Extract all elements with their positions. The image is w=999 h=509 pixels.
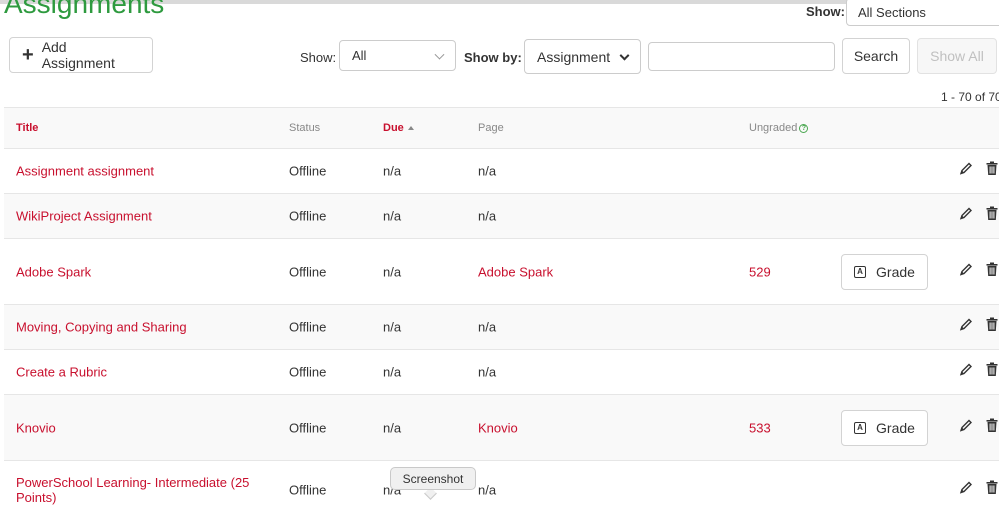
help-icon[interactable]: ? [799, 123, 809, 133]
table-row: Create a Rubric Offline n/a n/a [4, 350, 999, 395]
assignment-title-link[interactable]: Assignment assignment [16, 164, 266, 179]
show-by-select-value: Assignment [537, 48, 611, 65]
trash-icon[interactable] [986, 362, 998, 382]
row-page: n/a [478, 163, 497, 179]
assignment-title-link[interactable]: Create a Rubric [16, 365, 266, 380]
pencil-icon[interactable] [959, 318, 973, 337]
row-status: Offline [289, 364, 327, 380]
pencil-icon[interactable] [959, 363, 973, 382]
show-select-value: All [352, 48, 367, 63]
table-header: Title Status Due Page Ungraded? [4, 108, 999, 149]
assignment-title-link[interactable]: WikiProject Assignment [16, 209, 266, 224]
row-page-link[interactable]: Adobe Spark [478, 264, 553, 279]
assignment-title-link[interactable]: PowerSchool Learning- Intermediate (25 P… [16, 475, 266, 505]
add-assignment-label: Add Assignment [41, 39, 115, 71]
add-assignment-button[interactable]: + Add Assignment [9, 37, 153, 73]
row-status: Offline [289, 264, 327, 279]
toolbar: + Add Assignment Show: All Show by: Assi… [0, 30, 999, 82]
pencil-icon[interactable] [959, 480, 973, 499]
chevron-down-icon [434, 49, 445, 60]
pencil-icon[interactable] [959, 207, 973, 226]
row-status: Offline [289, 208, 327, 224]
assignment-title-link[interactable]: Knovio [16, 420, 266, 435]
row-status: Offline [289, 482, 327, 497]
show-label: Show: [300, 50, 337, 65]
assignments-table: Title Status Due Page Ungraded? Assignme… [4, 107, 999, 509]
show-by-label: Show by: [464, 50, 522, 65]
row-page: n/a [478, 364, 497, 380]
show-all-button[interactable]: Show All [917, 38, 997, 74]
trash-icon[interactable] [986, 418, 998, 437]
search-button[interactable]: Search [842, 38, 910, 74]
trash-icon[interactable] [986, 161, 998, 181]
assignment-title-link[interactable]: Moving, Copying and Sharing [16, 320, 266, 335]
row-page-link[interactable]: Knovio [478, 420, 518, 435]
sections-select[interactable]: All Sections [846, 0, 999, 26]
row-page: n/a [478, 319, 497, 335]
row-due: n/a [383, 264, 402, 279]
table-row: PowerSchool Learning- Intermediate (25 P… [4, 461, 999, 509]
search-input[interactable] [648, 42, 835, 71]
row-due: n/a [383, 163, 402, 179]
page-title: Assignments [4, 0, 165, 19]
row-status: Offline [289, 319, 327, 335]
ungraded-count-link[interactable]: 533 [749, 420, 771, 435]
header-ungraded[interactable]: Ungraded? [749, 122, 809, 134]
header-due-label: Due [383, 122, 404, 134]
row-due: n/a [383, 364, 402, 380]
row-status: Offline [289, 163, 327, 179]
show-select[interactable]: All [339, 40, 456, 71]
grade-button[interactable]: A Grade [841, 409, 928, 446]
show-by-select[interactable]: Assignment [524, 39, 641, 74]
grade-icon: A [854, 265, 867, 278]
table-row: Adobe Spark Offline n/a Adobe Spark 529 … [4, 239, 999, 305]
trash-icon[interactable] [986, 206, 998, 226]
trash-icon[interactable] [986, 262, 998, 281]
table-row: WikiProject Assignment Offline n/a n/a [4, 194, 999, 239]
table-row: Knovio Offline n/a Knovio 533 A Grade [4, 395, 999, 461]
header-page[interactable]: Page [478, 122, 504, 134]
grade-button-label: Grade [876, 263, 915, 280]
pencil-icon[interactable] [959, 262, 973, 281]
header-ungraded-label: Ungraded [749, 122, 798, 134]
pencil-icon[interactable] [959, 162, 973, 181]
header-status[interactable]: Status [289, 122, 320, 134]
sort-asc-icon [407, 126, 414, 131]
sections-show-label: Show: [806, 4, 845, 19]
row-due: n/a [383, 420, 402, 435]
assignment-title-link[interactable]: Adobe Spark [16, 264, 266, 279]
header-title[interactable]: Title [16, 122, 266, 134]
grade-icon: A [854, 421, 867, 434]
row-page: n/a [478, 208, 497, 224]
pagination-range: 1 - 70 of 70 [941, 90, 999, 104]
sections-select-value: All Sections [858, 5, 926, 20]
trash-icon[interactable] [986, 480, 998, 499]
row-page: n/a [478, 482, 497, 497]
grade-button[interactable]: A Grade [841, 253, 928, 290]
screenshot-tooltip: Screenshot [390, 467, 476, 490]
trash-icon[interactable] [986, 317, 998, 337]
chevron-down-icon [619, 50, 630, 61]
row-status: Offline [289, 420, 327, 435]
row-due: n/a [383, 208, 402, 224]
pencil-icon[interactable] [959, 418, 973, 437]
grade-button-label: Grade [876, 419, 915, 436]
header-due[interactable]: Due [383, 122, 414, 134]
plus-icon: + [22, 44, 34, 66]
row-due: n/a [383, 319, 402, 335]
table-row: Moving, Copying and Sharing Offline n/a … [4, 305, 999, 350]
table-row: Assignment assignment Offline n/a n/a [4, 149, 999, 194]
ungraded-count-link[interactable]: 529 [749, 264, 771, 279]
